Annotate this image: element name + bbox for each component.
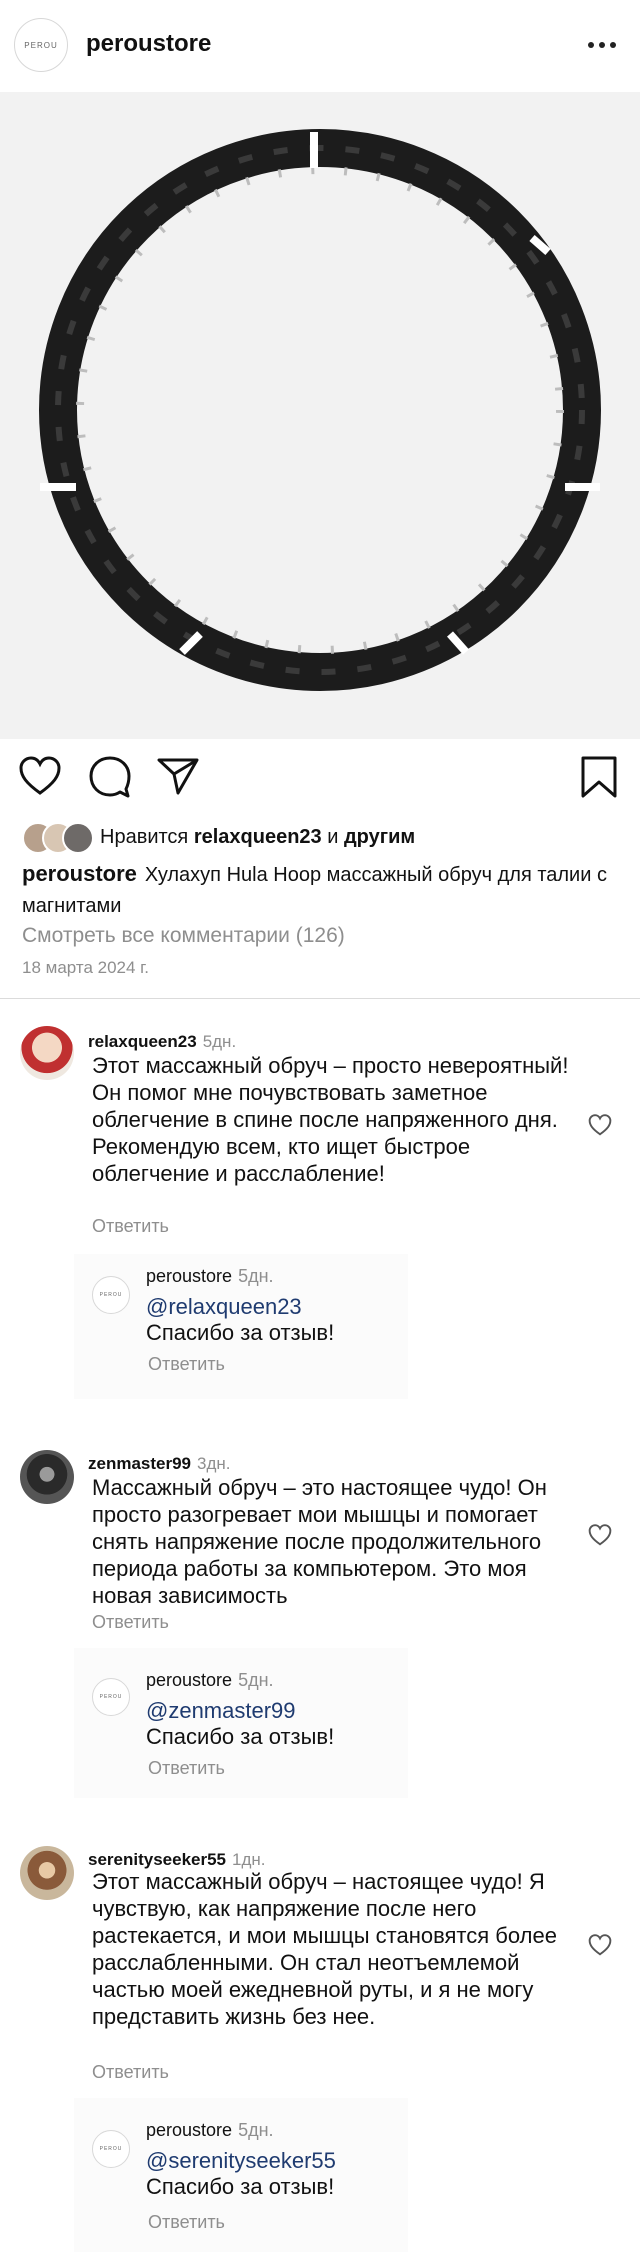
like-heart-icon[interactable] [18, 756, 62, 801]
post-image[interactable] [0, 92, 640, 739]
reply-user[interactable]: peroustore 5дн. [146, 1670, 274, 1691]
account-name[interactable]: peroustore [86, 30, 211, 58]
reply-link[interactable]: Ответить [148, 1354, 225, 1375]
reply-item: PEROU peroustore 5дн. @serenityseeker55 С… [74, 2098, 408, 2252]
reply-avatar[interactable]: PEROU [92, 1276, 130, 1314]
avatar[interactable] [20, 1450, 74, 1504]
comment-bubble-icon[interactable] [88, 756, 132, 803]
liker-avatars [22, 822, 94, 854]
comment-like-heart-icon[interactable] [588, 1934, 612, 1961]
comment-like-heart-icon[interactable] [588, 1114, 612, 1141]
reply-mention[interactable]: @relaxqueen23 [146, 1294, 302, 1320]
hula-hoop-image [39, 129, 601, 691]
comment-text: Этот массажный обруч – просто невероятны… [92, 1053, 569, 1186]
divider [0, 998, 640, 999]
comment-item: serenityseeker55 1дн. Этот массажный обру… [0, 1836, 640, 2096]
comment-user[interactable]: zenmaster99 3дн. [88, 1454, 231, 1474]
post-caption: peroustore Хулахуп Hula Hoop массажный об… [22, 858, 622, 922]
caption-user[interactable]: peroustore [22, 861, 137, 886]
comment-like-heart-icon[interactable] [588, 1524, 612, 1551]
reply-text: Спасибо за отзыв! [146, 1320, 335, 1345]
reply-avatar[interactable]: PEROU [92, 1678, 130, 1716]
reply-link[interactable]: Ответить [148, 1758, 225, 1779]
reply-user[interactable]: peroustore 5дн. [146, 1266, 274, 1287]
reply-user[interactable]: peroustore 5дн. [146, 2120, 274, 2141]
likes-text: Нравится relaxqueen23 и другим [100, 825, 416, 848]
logo-text: PEROU [24, 40, 58, 50]
view-all-comments-link[interactable]: Смотреть все комментарии (126) [22, 924, 345, 948]
reply-mention[interactable]: @zenmaster99 [146, 1698, 296, 1724]
reply-text: Спасибо за отзыв! [146, 2174, 335, 2199]
reply-link[interactable]: Ответить [92, 1612, 169, 1633]
reply-mention[interactable]: @serenityseeker55 [146, 2148, 336, 2174]
likes-row[interactable]: Нравится relaxqueen23 и другим [22, 822, 416, 854]
comment-text: Массажный обруч – это настоящее чудо! Он… [92, 1475, 547, 1608]
reply-link[interactable]: Ответить [148, 2212, 225, 2233]
reply-item: PEROU peroustore 5дн. @relaxqueen23 Спаси… [74, 1254, 408, 1399]
bookmark-save-icon[interactable] [580, 756, 618, 803]
reply-link[interactable]: Ответить [92, 2062, 169, 2083]
post-header: PEROU peroustore [0, 0, 640, 92]
reply-item: PEROU peroustore 5дн. @zenmaster99 Спасиб… [74, 1648, 408, 1798]
comment-item: zenmaster99 3дн. Массажный обруч – это на… [0, 1442, 640, 1642]
avatar[interactable] [20, 1846, 74, 1900]
account-avatar[interactable]: PEROU [14, 18, 68, 72]
avatar[interactable] [20, 1026, 74, 1080]
comment-user[interactable]: serenityseeker55 1дн. [88, 1850, 266, 1870]
comment-user[interactable]: relaxqueen23 5дн. [88, 1032, 236, 1052]
reply-text: Спасибо за отзыв! [146, 1724, 335, 1749]
more-dots-icon[interactable] [588, 42, 616, 48]
post-date: 18 марта 2024 г. [22, 958, 150, 977]
comment-text: Этот массажный обруч – настоящее чудо! Я… [92, 1869, 557, 2029]
reply-link[interactable]: Ответить [92, 1216, 169, 1237]
share-send-icon[interactable] [156, 756, 200, 801]
comment-item: relaxqueen23 5дн. Этот массажный обруч – … [0, 1010, 640, 1250]
action-bar [0, 756, 640, 804]
reply-avatar[interactable]: PEROU [92, 2130, 130, 2168]
